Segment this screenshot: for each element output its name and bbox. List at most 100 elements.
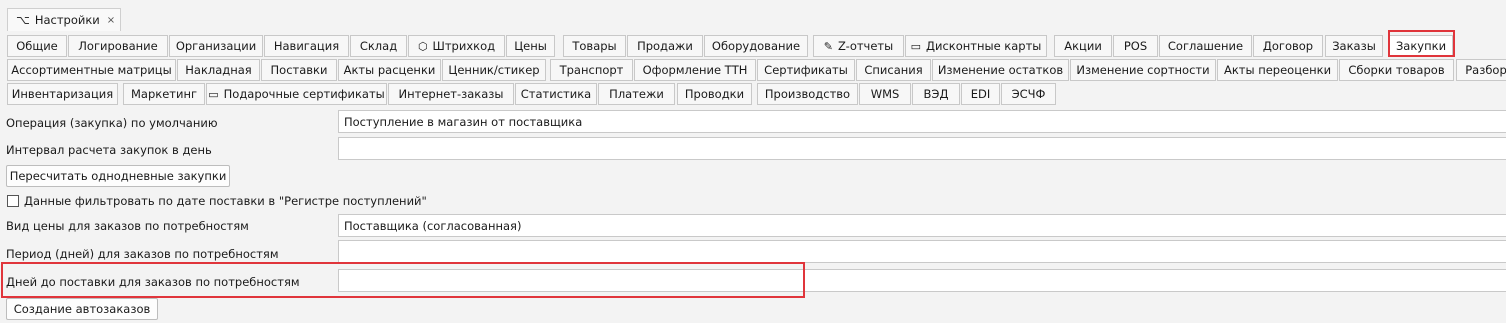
tab-tabs_row1-8[interactable]: Продажи [627,35,703,57]
tab-label: ВЭД [923,87,949,101]
tab-tabs_row2-5[interactable]: Транспорт [550,59,633,81]
tab-label: Общие [16,39,58,53]
tab-label: Статистика [520,87,592,101]
tab-label: ЭСЧФ [1011,87,1046,101]
tab-label: Оформление ТТН [642,63,748,77]
tab-tabs_row2-7[interactable]: Сертификаты [757,59,855,81]
recalc-button[interactable]: Пересчитать однодневные закупки [6,165,230,187]
interval-field[interactable] [338,137,1506,160]
period-label: Период (дней) для заказов по потребностя… [6,247,279,261]
tab-label: POS [1123,39,1148,53]
tab-tabs_row1-12[interactable]: Акции [1054,35,1112,57]
tab-label: Производство [764,87,851,101]
tab-tabs_row2-2[interactable]: Поставки [261,59,337,81]
tab-tabs_row3-3[interactable]: Интернет-заказы [388,83,514,105]
tab-tabs_row1-4[interactable]: Склад [350,35,407,57]
interval-label: Интервал расчета закупок в день [6,143,212,157]
tab-tabs_row3-4[interactable]: Статистика [515,83,597,105]
tab-tabs_row3-2[interactable]: ▭ Подарочные сертификаты [206,83,387,105]
tab-tabs_row3-11[interactable]: ЭСЧФ [1001,83,1056,105]
tab-tabs_row1-0[interactable]: Общие [7,35,67,57]
close-icon[interactable]: × [107,15,115,26]
card-icon: ▭ [208,87,219,101]
tab-tabs_row2-10[interactable]: Изменение сортности [1070,59,1216,81]
tab-tabs_row3-6[interactable]: Проводки [677,83,752,105]
auto-orders-button[interactable]: Создание автозаказов [6,298,158,320]
document-tab-settings[interactable]: ⌥ Настройки × [7,8,121,31]
tab-label: Акты переоценки [1223,63,1332,77]
tab-label: Платежи [609,87,664,101]
tab-tabs_row3-1[interactable]: Маркетинг [123,83,205,105]
tab-label: Товары [572,39,617,53]
tab-tabs_row2-0[interactable]: Ассортиментные матрицы [7,59,176,81]
tab-row-2: Ассортиментные матрицы Накладная Поставки А… [0,57,1506,82]
tab-label: Заказы [1332,39,1376,53]
filter-checkbox[interactable] [7,195,19,207]
tab-tabs_row2-6[interactable]: Оформление ТТН [634,59,756,81]
tab-label: Навигация [273,39,340,53]
tab-label: Сертификаты [764,63,848,77]
tab-tabs_row1-7[interactable]: Товары [563,35,626,57]
tab-label: Продажи [637,39,693,53]
delivery-days-highlight [1,262,805,298]
document-tab-title: Настройки [34,13,100,27]
tab-tabs_row3-9[interactable]: ВЭД [912,83,960,105]
tab-tabs_row2-12[interactable]: Сборки товаров [1339,59,1454,81]
tab-tabs_row1-13[interactable]: POS [1113,35,1158,57]
tab-row-1: Общие Логирование Организации Навигация Скла… [0,33,1506,58]
tab-label: Ценник/стикер [448,63,540,77]
tab-label: Цены [514,39,547,53]
tab-tabs_row3-8[interactable]: WMS [859,83,911,105]
tab-label: Организации [175,39,257,53]
tab-tabs_row3-0[interactable]: Инвентаризация [7,83,118,105]
tab-label: Накладная [185,63,252,77]
price-type-field[interactable]: Поставщика (согласованная) [338,214,1506,237]
tab-label: Разбор [1465,63,1506,77]
tab-tabs_row1-2[interactable]: Организации [169,35,263,57]
tab-label: Акции [1064,39,1102,53]
tab-tabs_row3-10[interactable]: EDI [961,83,1000,105]
tab-tabs_row2-9[interactable]: Изменение остатков [932,59,1069,81]
tab-label: Штрихкод [432,39,496,53]
card-icon: ▭ [910,39,921,53]
tab-tabs_row1-6[interactable]: Цены [506,35,555,57]
tab-label: Изменение остатков [937,63,1064,77]
tab-label: EDI [970,87,991,101]
tab-label: Интернет-заказы [398,87,504,101]
tab-tabs_row1-11[interactable]: ▭ Дисконтные карты [905,35,1047,57]
tab-tabs_row3-7[interactable]: Производство [757,83,858,105]
tab-label: Дисконтные карты [926,39,1042,53]
tab-tabs_row2-1[interactable]: Накладная [177,59,260,81]
default-operation-field[interactable]: Поступление в магазин от поставщика [338,110,1506,133]
tab-label: Инвентаризация [11,87,114,101]
tab-label: Склад [359,39,398,53]
tab-tabs_row2-13[interactable]: Разбор [1456,59,1506,81]
tab-tabs_row2-8[interactable]: Списания [856,59,931,81]
tab-tabs_row1-1[interactable]: Логирование [68,35,168,57]
tab-label: Проводки [684,87,745,101]
tab-label: Изменение сортности [1076,63,1210,77]
tab-label: Списания [864,63,923,77]
tab-tabs_row2-11[interactable]: Акты переоценки [1217,59,1338,81]
period-field[interactable] [338,240,1506,263]
tab-tabs_row1-10[interactable]: ✎ Z-отчеты [813,35,904,57]
tab-label: Оборудование [711,39,801,53]
tab-tabs_row1-5[interactable]: ⬡ Штрихкод [408,35,505,57]
active-tab-highlight [1388,30,1455,57]
tab-label: Соглашение [1167,39,1244,53]
price-type-label: Вид цены для заказов по потребностям [6,219,249,233]
tab-row-3: Инвентаризация Маркетинг ▭ Подарочные серти… [0,81,1506,106]
tab-tabs_row2-4[interactable]: Ценник/стикер [442,59,546,81]
tab-tabs_row3-5[interactable]: Платежи [598,83,675,105]
tab-tabs_row2-3[interactable]: Акты расценки [338,59,441,81]
tab-tabs_row1-16[interactable]: Заказы [1325,35,1383,57]
document-tabbar: ⌥ Настройки × [0,0,1506,32]
box-icon: ⬡ [417,39,428,53]
tab-tabs_row1-15[interactable]: Договор [1253,35,1323,57]
tab-tabs_row1-3[interactable]: Навигация [264,35,349,57]
tab-tabs_row1-9[interactable]: Оборудование [704,35,808,57]
tab-label: Акты расценки [343,63,436,77]
tab-label: WMS [870,87,900,101]
tab-tabs_row1-14[interactable]: Соглашение [1159,35,1252,57]
edit-icon: ✎ [823,39,833,53]
